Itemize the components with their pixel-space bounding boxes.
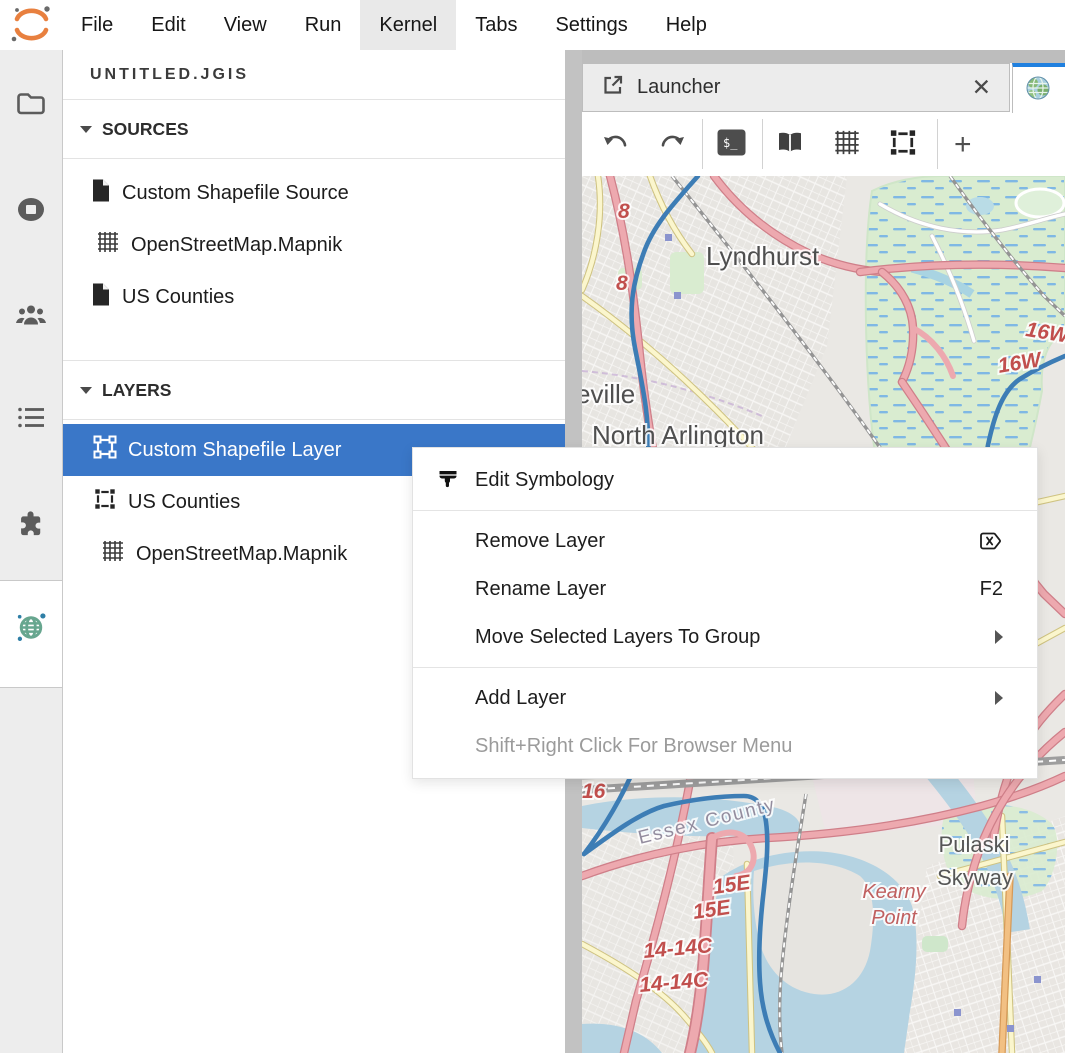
menu-item-shortcut: F2 [980,578,1003,601]
jupytergis-logo [0,0,62,50]
close-icon[interactable]: ✕ [972,76,991,99]
label-lyndhurst: Lyndhurst [706,241,820,271]
menu-help[interactable]: Help [647,0,726,50]
source-item-osm[interactable]: OpenStreetMap.Mapnik [63,219,565,271]
menu-item-move-layers-to-group[interactable]: Move Selected Layers To Group [413,613,1037,661]
file-browser-icon[interactable] [16,90,46,121]
jupytergis-globe-icon[interactable] [14,611,48,650]
menu-item-label: Add Layer [475,687,566,710]
menu-item-edit-symbology[interactable]: Edit Symbology [413,456,1037,504]
open-book-icon[interactable] [776,130,804,159]
jupytergis-app: File Edit View Run Kernel Tabs Settings … [0,0,1065,1053]
vector-layer-icon [93,487,117,517]
menu-separator [413,510,1037,511]
label-eville: eville [582,379,635,409]
menu-edit[interactable]: Edit [132,0,204,50]
label-kearny: Kearny [862,881,926,903]
launcher-icon [601,73,625,103]
symbology-brush-icon [433,468,463,492]
terminal-glyph: $_ [723,136,738,150]
menu-settings[interactable]: Settings [536,0,646,50]
sources-section-header[interactable]: SOURCES [63,100,565,159]
undo-icon[interactable] [602,130,628,159]
collaboration-icon[interactable] [14,303,48,334]
extensions-icon[interactable] [16,510,46,545]
tab-launcher[interactable]: Launcher ✕ [582,63,1010,112]
menu-tabs[interactable]: Tabs [456,0,536,50]
dock-panel-band [582,50,1065,63]
source-item-us-counties[interactable]: US Counties [63,271,565,323]
menu-item-label: Edit Symbology [475,469,614,492]
collapse-caret-icon [80,387,92,394]
menu-item-add-layer[interactable]: Add Layer [413,674,1037,722]
submenu-arrow-icon [995,630,1003,644]
label-north-arlington: North Arlington [592,420,764,450]
toolbar-separator [937,119,938,169]
layer-item-label: OpenStreetMap.Mapnik [136,543,347,566]
tab-jgis-document[interactable] [1012,63,1065,113]
activity-bar [0,50,63,1053]
label-8-2: 8 [616,272,628,295]
layer-context-menu: Edit Symbology Remove Layer Rename Layer… [412,447,1038,779]
menu-item-label: Remove Layer [475,530,605,553]
layers-section-header[interactable]: LAYERS [63,360,582,420]
source-item-custom-shapefile[interactable]: Custom Shapefile Source [63,167,565,219]
sources-header-label: SOURCES [102,119,189,140]
source-item-label: Custom Shapefile Source [122,182,349,205]
sources-list: Custom Shapefile Source OpenStreetMap.Ma… [63,167,565,323]
map-toolbar: $_ [582,113,1065,177]
running-kernels-icon[interactable] [15,196,47,229]
menu-kernel[interactable]: Kernel [360,0,456,50]
toolbar-separator [702,119,703,169]
submenu-arrow-icon [995,691,1003,705]
terminal-icon[interactable]: $_ [717,129,746,161]
jgis-globe-icon [1025,75,1051,106]
menu-item-label: Shift+Right Click For Browser Menu [475,735,792,758]
raster-grid-icon[interactable] [833,128,861,161]
toolbar-separator [762,119,763,169]
menubar: File Edit View Run Kernel Tabs Settings … [0,0,1065,51]
vector-layer-icon [93,435,117,465]
remove-box-icon [977,530,1003,552]
file-icon [90,178,111,209]
menu-separator [413,667,1037,668]
source-item-label: OpenStreetMap.Mapnik [131,234,342,257]
raster-grid-icon [96,230,120,260]
menu-run[interactable]: Run [286,0,361,50]
layers-header-label: LAYERS [102,380,171,401]
menu-item-remove-layer[interactable]: Remove Layer [413,517,1037,565]
raster-grid-icon [101,539,125,569]
tab-launcher-label: Launcher [637,76,720,99]
tab-bar: Launcher ✕ [582,63,1065,114]
layer-item-label: US Counties [128,491,240,514]
layer-item-label: Custom Shapefile Layer [128,439,341,462]
panel-title: UNTITLED.JGIS [63,50,565,100]
label-skyway: Skyway [937,865,1013,890]
menu-file[interactable]: File [62,0,132,50]
menu-view[interactable]: View [205,0,286,50]
redo-icon[interactable] [660,130,686,159]
source-item-label: US Counties [122,286,234,309]
label-16: 16 [582,780,606,803]
file-icon [90,282,111,313]
label-pulaski: Pulaski [939,832,1010,857]
menu-item-label: Rename Layer [475,578,606,601]
table-of-contents-icon[interactable] [16,405,46,436]
add-tab-button[interactable]: + [954,128,972,162]
label-point: Point [871,907,918,929]
menu-item-rename-layer[interactable]: Rename Layer F2 [413,565,1037,613]
vector-polygon-icon[interactable] [888,127,918,162]
collapse-caret-icon [80,126,92,133]
label-8-1: 8 [618,200,630,223]
menu-item-browser-menu-hint: Shift+Right Click For Browser Menu [413,722,1037,770]
menu-item-label: Move Selected Layers To Group [475,626,760,649]
